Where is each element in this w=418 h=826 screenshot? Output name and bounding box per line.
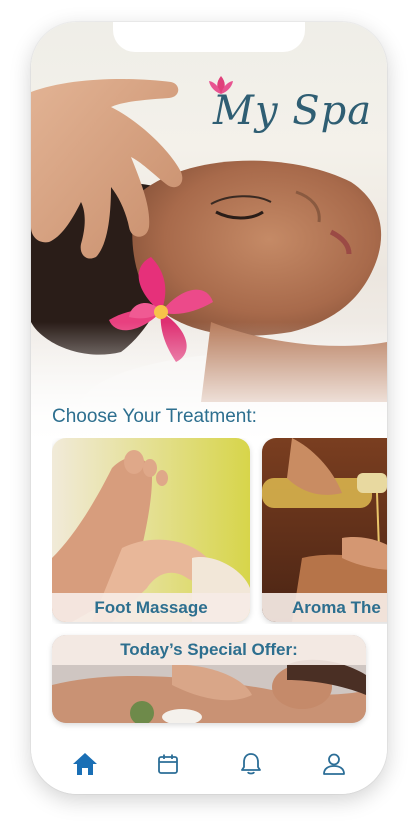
- calendar-icon: [157, 754, 178, 774]
- treatment-card-foot-massage[interactable]: Foot Massage: [52, 438, 250, 622]
- section-title: Choose Your Treatment:: [52, 406, 257, 427]
- phone-notch: [113, 22, 305, 52]
- brand-logo: My Spa: [207, 74, 371, 144]
- special-offer-card[interactable]: Today’s Special Offer:: [52, 635, 366, 723]
- special-offer-title: Today’s Special Offer:: [52, 635, 366, 665]
- nav-home[interactable]: [65, 744, 105, 784]
- nav-calendar[interactable]: [148, 744, 188, 784]
- phone-frame: My Spa Choose Your Treatment: Foot Massa…: [31, 22, 387, 794]
- bottom-nav: [31, 734, 387, 794]
- treatment-label: Foot Massage: [52, 593, 250, 622]
- nav-notifications[interactable]: [231, 744, 271, 784]
- hero-image: My Spa: [31, 22, 387, 442]
- brand-name: My Spa: [213, 88, 373, 134]
- user-icon: [322, 753, 345, 775]
- nav-profile[interactable]: [314, 744, 354, 784]
- bell-icon: [240, 753, 261, 775]
- treatment-card-aroma-therapy[interactable]: Aroma The: [262, 438, 387, 622]
- home-icon: [72, 753, 97, 775]
- treatment-label: Aroma The: [262, 593, 387, 622]
- treatment-carousel[interactable]: Foot Massage Aroma The: [52, 438, 387, 624]
